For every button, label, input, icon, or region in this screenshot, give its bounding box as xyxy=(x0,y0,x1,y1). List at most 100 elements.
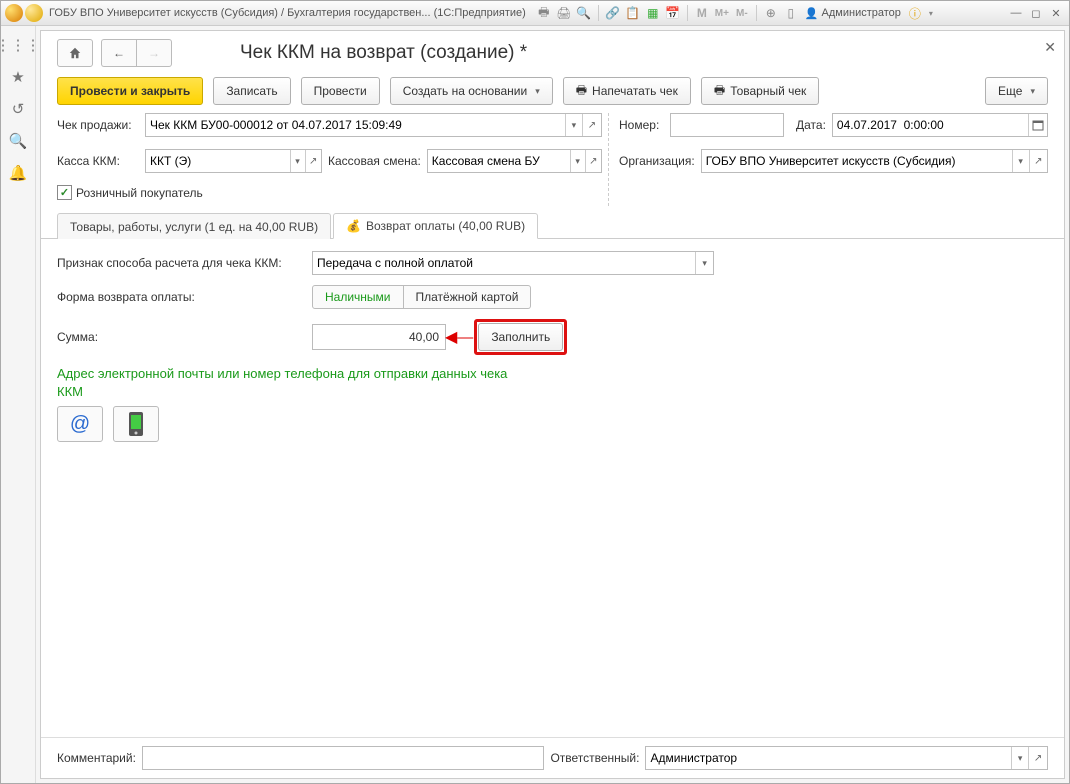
date-input[interactable] xyxy=(833,115,1029,135)
sum-label: Сумма: xyxy=(57,330,312,344)
shift-input[interactable] xyxy=(428,151,570,171)
calc-icon[interactable]: ▦ xyxy=(645,5,661,21)
kkm-input[interactable] xyxy=(146,151,290,171)
org-input[interactable] xyxy=(702,151,1012,171)
close-document-button[interactable]: ✕ xyxy=(1044,39,1056,56)
maximize-button[interactable]: ◻ xyxy=(1027,5,1045,21)
write-button[interactable]: Записать xyxy=(213,77,290,105)
comment-label: Комментарий: xyxy=(57,751,136,765)
link-icon[interactable]: 🔗 xyxy=(605,5,621,21)
user-indicator[interactable]: 👤 Администратор xyxy=(805,7,901,20)
dropdown-icon[interactable]: ▾ xyxy=(565,114,582,136)
app-menu-icon[interactable] xyxy=(25,4,43,22)
print-check-button[interactable]: 🖶Напечатать чек xyxy=(563,77,691,105)
close-window-button[interactable]: ✕ xyxy=(1047,5,1065,21)
command-bar: Провести и закрыть Записать Провести Соз… xyxy=(41,71,1064,111)
history-icon[interactable]: ↺ xyxy=(9,100,27,118)
sale-check-input[interactable] xyxy=(146,115,565,135)
responsible-input[interactable] xyxy=(646,748,1011,768)
date-field[interactable] xyxy=(832,113,1048,137)
calc-method-field[interactable]: ▾ xyxy=(312,251,714,275)
sale-check-label: Чек продажи: xyxy=(57,118,139,132)
number-input[interactable] xyxy=(671,115,783,135)
dropdown-icon[interactable]: ▾ xyxy=(695,252,713,274)
forward-button[interactable]: → xyxy=(136,39,172,67)
refund-cash-option[interactable]: Наличными xyxy=(312,285,404,309)
open-icon[interactable]: ↗ xyxy=(585,150,601,172)
print2-icon[interactable]: 🖨 xyxy=(556,5,572,21)
home-button[interactable] xyxy=(57,39,93,67)
tab-refund[interactable]: 💰 Возврат оплаты (40,00 RUB) xyxy=(333,213,538,239)
org-field[interactable]: ▾ ↗ xyxy=(701,149,1048,173)
panel-icon[interactable]: ▯ xyxy=(783,5,799,21)
retail-customer-checkbox[interactable]: ✓ Розничный покупатель xyxy=(57,185,203,200)
tab-goods[interactable]: Товары, работы, услуги (1 ед. на 40,00 R… xyxy=(57,213,331,239)
dropdown-icon[interactable]: ▾ xyxy=(290,150,305,172)
refund-tab-body: Признак способа расчета для чека ККМ: ▾ … xyxy=(41,239,1064,737)
phone-button[interactable] xyxy=(113,406,159,442)
number-label: Номер: xyxy=(619,118,664,132)
post-and-close-button[interactable]: Провести и закрыть xyxy=(57,77,203,105)
calendar-icon[interactable]: 📅 xyxy=(665,5,681,21)
open-icon[interactable]: ↗ xyxy=(1028,747,1047,769)
refund-form-label: Форма возврата оплаты: xyxy=(57,290,312,304)
retail-customer-label: Розничный покупатель xyxy=(76,186,203,200)
responsible-field[interactable]: ▾ ↗ xyxy=(645,746,1048,770)
print-icon[interactable]: 🖶 xyxy=(536,5,552,21)
goods-check-button[interactable]: 🖶Товарный чек xyxy=(701,77,819,105)
comment-input[interactable] xyxy=(143,748,544,768)
dropdown-icon[interactable]: ▾ xyxy=(1012,150,1029,172)
document-form: ✕ ← → Чек ККМ на возврат (создание) * Пр… xyxy=(40,30,1065,779)
money-icon: 💰 xyxy=(346,219,361,233)
calendar-picker-icon[interactable] xyxy=(1028,114,1047,136)
calc-method-input[interactable] xyxy=(313,253,695,273)
m-plus-icon[interactable]: M+ xyxy=(714,5,730,21)
shift-field[interactable]: ▾ ↗ xyxy=(427,149,602,173)
copy-icon[interactable]: 📋 xyxy=(625,5,641,21)
comment-field[interactable] xyxy=(142,746,545,770)
info-dd-icon[interactable]: ▾ xyxy=(923,5,939,21)
fill-button[interactable]: Заполнить xyxy=(478,323,563,351)
user-icon: 👤 xyxy=(805,7,819,20)
user-name: Администратор xyxy=(822,7,901,19)
calc-method-label: Признак способа расчета для чека ККМ: xyxy=(57,256,312,270)
org-label: Организация: xyxy=(619,154,695,168)
titlebar: ГОБУ ВПО Университет искусств (Субсидия)… xyxy=(1,1,1069,26)
contact-section-title: Адрес электронной почты или номер телефо… xyxy=(57,365,517,400)
number-field[interactable] xyxy=(670,113,784,137)
annotation-arrow-icon: ◀— xyxy=(445,327,473,347)
kkm-label: Касса ККМ: xyxy=(57,154,139,168)
m-minus-icon[interactable]: M- xyxy=(734,5,750,21)
open-icon[interactable]: ↗ xyxy=(582,114,601,136)
zoom-icon[interactable]: ⊕ xyxy=(763,5,779,21)
footer: Комментарий: Ответственный: ▾ ↗ xyxy=(41,737,1064,778)
fill-button-highlight: Заполнить xyxy=(474,319,567,355)
sale-check-field[interactable]: ▾ ↗ xyxy=(145,113,602,137)
open-icon[interactable]: ↗ xyxy=(305,150,322,172)
sum-field[interactable]: 40,00 xyxy=(312,324,446,350)
kkm-field[interactable]: ▾ ↗ xyxy=(145,149,322,173)
back-button[interactable]: ← xyxy=(101,39,136,67)
post-button[interactable]: Провести xyxy=(301,77,380,105)
preview-icon[interactable]: 🔍 xyxy=(576,5,592,21)
favorite-icon[interactable]: ★ xyxy=(9,68,27,86)
info-icon[interactable]: ⓘ xyxy=(907,5,923,21)
more-button[interactable]: Еще▾ xyxy=(985,77,1048,105)
refund-card-option[interactable]: Платёжной картой xyxy=(404,285,532,309)
create-based-on-button[interactable]: Создать на основании▾ xyxy=(390,77,553,105)
printer-icon: 🖶 xyxy=(714,81,725,102)
dropdown-icon[interactable]: ▾ xyxy=(1011,747,1028,769)
sidebar: ⋮⋮⋮ ★ ↺ 🔍 🔔 xyxy=(1,26,36,783)
search-icon[interactable]: 🔍 xyxy=(9,132,27,150)
email-icon: @ xyxy=(70,413,90,436)
open-icon[interactable]: ↗ xyxy=(1029,150,1048,172)
apps-icon[interactable]: ⋮⋮⋮ xyxy=(9,36,27,54)
refund-form-segment: Наличными Платёжной картой xyxy=(312,285,531,309)
document-title: Чек ККМ на возврат (создание) * xyxy=(240,42,527,64)
notifications-icon[interactable]: 🔔 xyxy=(9,164,27,182)
minimize-button[interactable]: — xyxy=(1007,5,1025,21)
email-button[interactable]: @ xyxy=(57,406,103,442)
dropdown-icon[interactable]: ▾ xyxy=(570,150,585,172)
m-icon[interactable]: M xyxy=(694,5,710,21)
date-label: Дата: xyxy=(796,118,826,132)
